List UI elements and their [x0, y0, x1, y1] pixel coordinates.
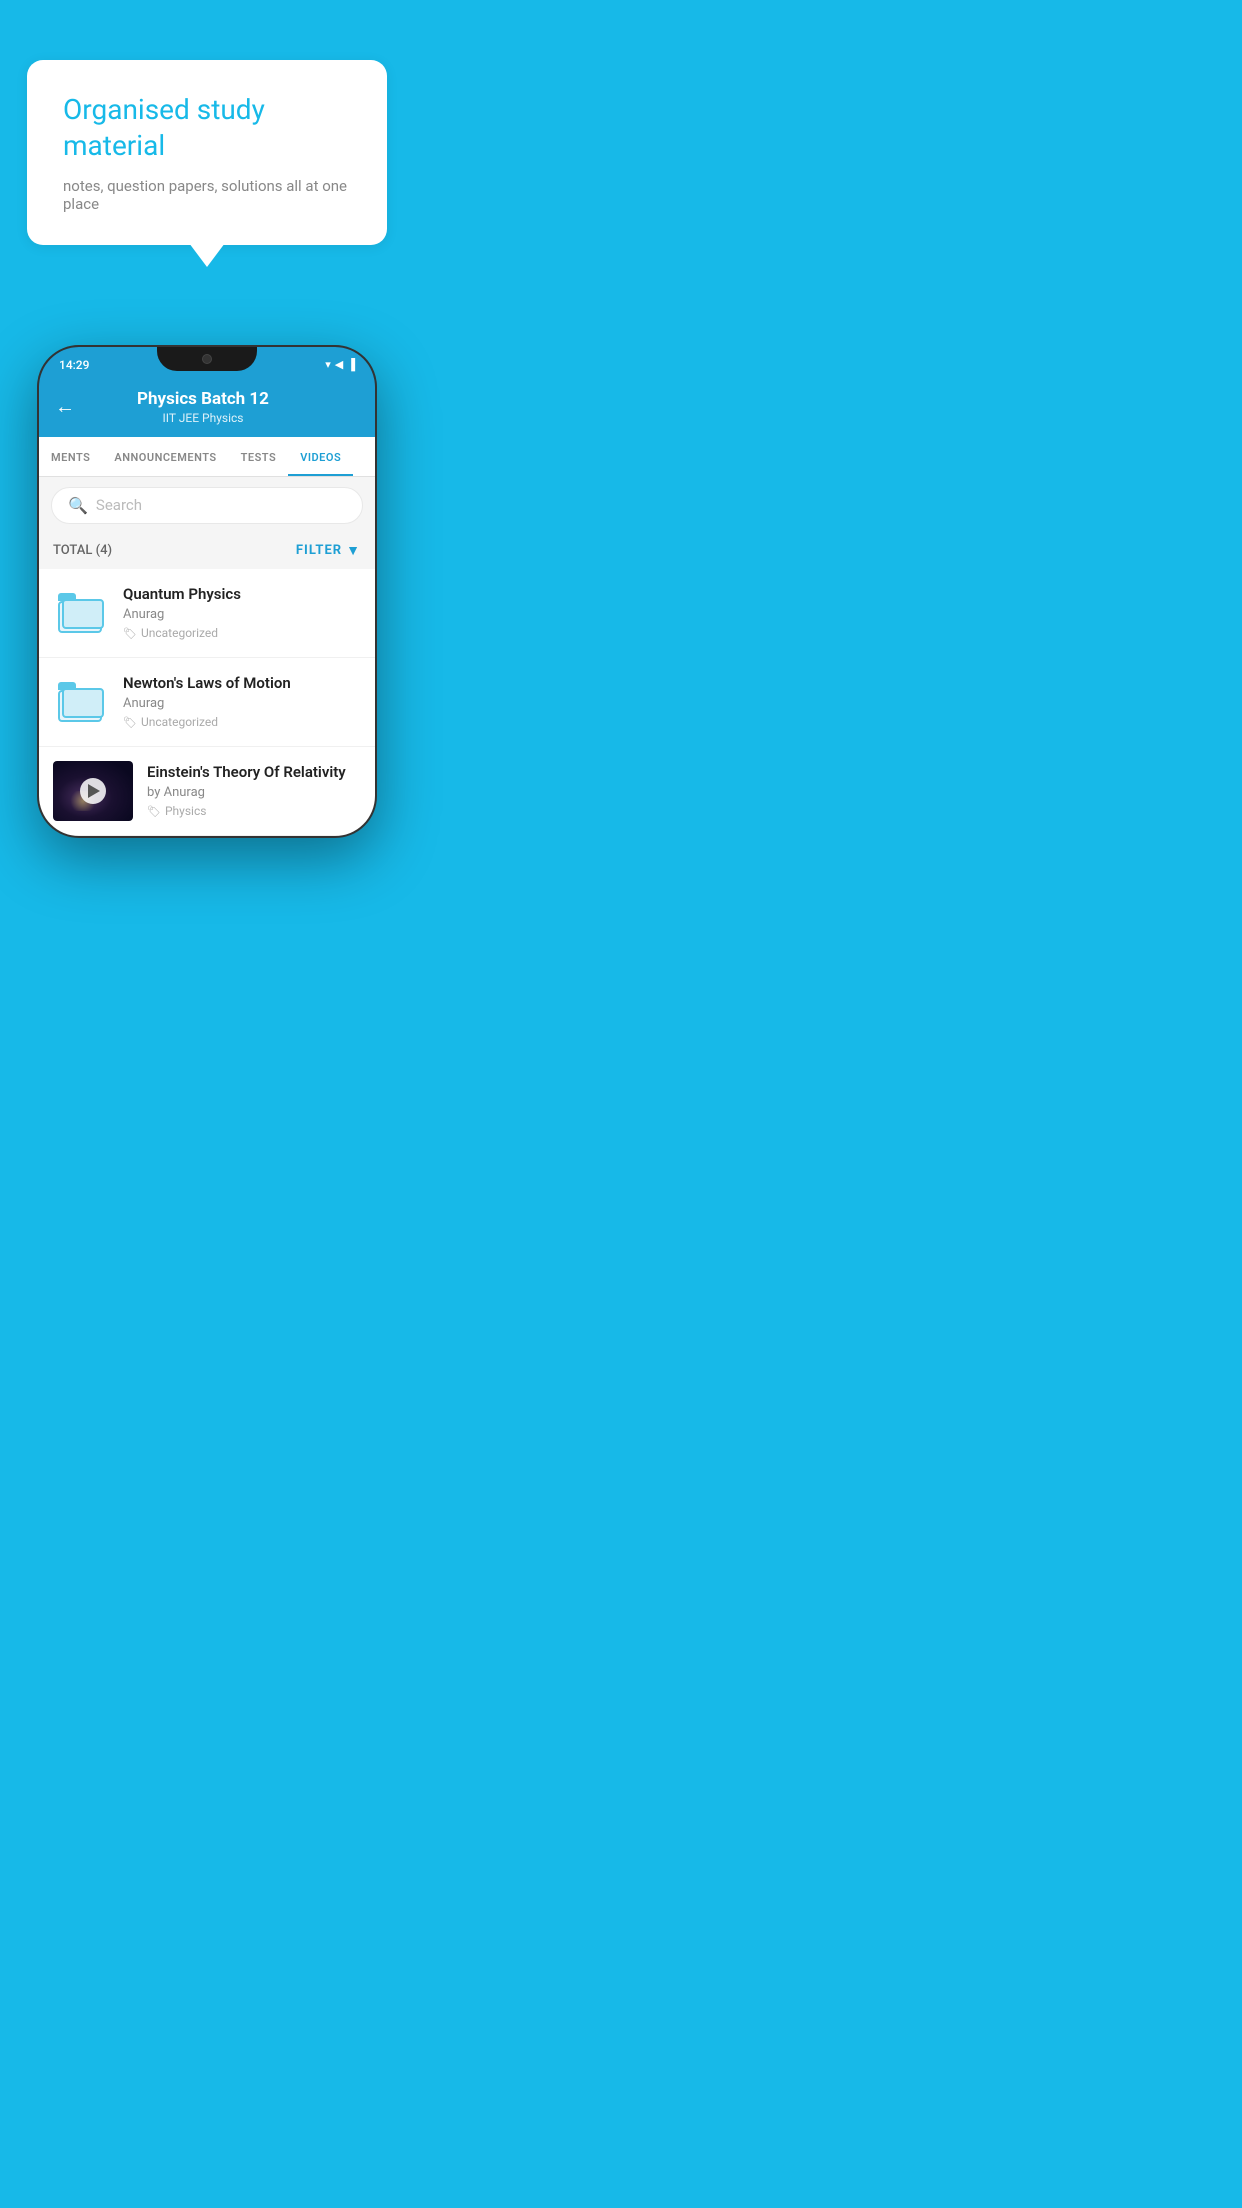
- video-author: Anurag: [123, 607, 361, 622]
- list-item[interactable]: Einstein's Theory Of Relativity by Anura…: [39, 747, 375, 836]
- tab-tests[interactable]: TESTS: [229, 437, 289, 477]
- tab-announcements[interactable]: ANNOUNCEMENTS: [102, 437, 228, 477]
- total-count: TOTAL (4): [53, 543, 112, 558]
- battery-icon: ▐: [347, 358, 355, 371]
- phone-notch: [157, 347, 257, 371]
- tag-label: Physics: [165, 804, 206, 818]
- tag-icon: 🏷: [147, 805, 161, 818]
- batch-title: Physics Batch 12: [87, 389, 319, 409]
- header-info: Physics Batch 12 IIT JEE Physics: [87, 389, 319, 425]
- tag-icon: 🏷: [123, 716, 137, 729]
- video-title: Newton's Laws of Motion: [123, 674, 361, 692]
- tag-label: Uncategorized: [141, 715, 218, 729]
- video-title: Einstein's Theory Of Relativity: [147, 763, 361, 781]
- search-icon: 🔍: [68, 496, 88, 515]
- search-bar-container: 🔍 Search: [39, 477, 375, 534]
- video-author: by Anurag: [147, 785, 361, 800]
- play-triangle-icon: [88, 784, 100, 798]
- list-item[interactable]: Quantum Physics Anurag 🏷 Uncategorized: [39, 569, 375, 658]
- wifi-icon: ▾: [325, 358, 331, 371]
- batch-subtitle: IIT JEE Physics: [87, 411, 319, 425]
- filter-icon: ▼: [346, 542, 361, 559]
- video-tag: 🏷 Uncategorized: [123, 626, 361, 640]
- video-info: Einstein's Theory Of Relativity by Anura…: [147, 763, 361, 818]
- hero-section: Organised study material notes, question…: [0, 0, 414, 285]
- tag-icon: 🏷: [123, 627, 137, 640]
- bubble-subtitle: notes, question papers, solutions all at…: [63, 177, 351, 213]
- filter-label: FILTER: [296, 543, 342, 558]
- tag-label: Uncategorized: [141, 626, 218, 640]
- search-input-wrapper[interactable]: 🔍 Search: [51, 487, 363, 524]
- folder-thumbnail: [53, 674, 109, 730]
- phone-frame: 14:29 ▾ ◀ ▐ ← Physics Batch 12 IIT JEE P…: [37, 345, 377, 838]
- folder-icon: [58, 682, 104, 722]
- speech-bubble: Organised study material notes, question…: [27, 60, 387, 245]
- search-placeholder: Search: [96, 496, 142, 514]
- tab-ments[interactable]: MENTS: [39, 437, 102, 477]
- video-thumbnail: [53, 761, 133, 821]
- status-icons: ▾ ◀ ▐: [325, 358, 355, 371]
- tab-videos[interactable]: VIDEOS: [288, 437, 353, 477]
- app-header: ← Physics Batch 12 IIT JEE Physics: [39, 379, 375, 437]
- video-author: Anurag: [123, 696, 361, 711]
- video-title: Quantum Physics: [123, 585, 361, 603]
- video-tag: 🏷 Uncategorized: [123, 715, 361, 729]
- page-wrapper: Organised study material notes, question…: [0, 0, 414, 838]
- list-item[interactable]: Newton's Laws of Motion Anurag 🏷 Uncateg…: [39, 658, 375, 747]
- camera: [202, 354, 212, 364]
- folder-icon: [58, 593, 104, 633]
- video-list: Quantum Physics Anurag 🏷 Uncategorized: [39, 569, 375, 836]
- folder-thumbnail: [53, 585, 109, 641]
- filter-row: TOTAL (4) FILTER ▼: [39, 534, 375, 569]
- bubble-title: Organised study material: [63, 92, 351, 165]
- signal-icon: ◀: [335, 358, 343, 371]
- back-button[interactable]: ←: [55, 394, 75, 419]
- tab-bar: MENTS ANNOUNCEMENTS TESTS VIDEOS: [39, 437, 375, 477]
- video-info: Quantum Physics Anurag 🏷 Uncategorized: [123, 585, 361, 640]
- phone-wrapper: 14:29 ▾ ◀ ▐ ← Physics Batch 12 IIT JEE P…: [0, 345, 414, 838]
- video-tag: 🏷 Physics: [147, 804, 361, 818]
- status-time: 14:29: [59, 358, 89, 372]
- play-button[interactable]: [80, 778, 106, 804]
- video-info: Newton's Laws of Motion Anurag 🏷 Uncateg…: [123, 674, 361, 729]
- filter-button[interactable]: FILTER ▼: [296, 542, 361, 559]
